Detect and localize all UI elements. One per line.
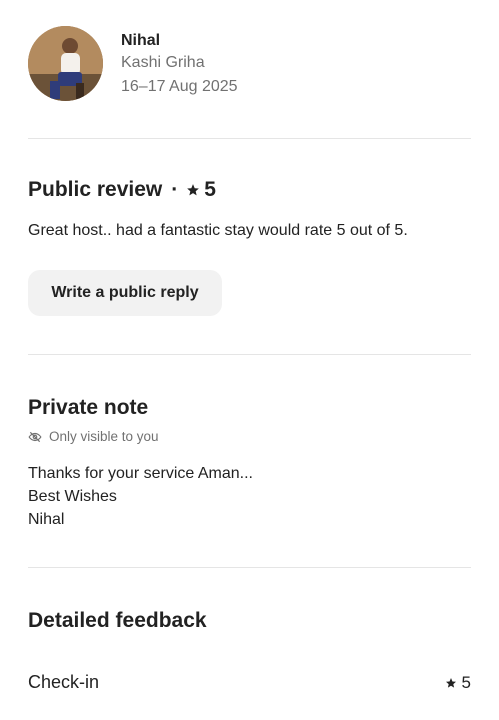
note-line: Nihal	[28, 511, 65, 528]
feedback-row-check-in: Check-in 5	[28, 672, 471, 693]
separator-dot: ·	[171, 178, 179, 201]
visibility-text: Only visible to you	[49, 429, 159, 444]
divider	[28, 354, 471, 355]
guest-info: Nihal Kashi Griha 16–17 Aug 2025	[121, 31, 238, 102]
detailed-feedback-title: Detailed feedback	[28, 609, 207, 632]
divider	[28, 138, 471, 139]
public-review-rating: 5	[204, 178, 216, 201]
guest-header[interactable]: Nihal Kashi Griha 16–17 Aug 2025	[28, 26, 471, 102]
review-detail-page: Nihal Kashi Griha 16–17 Aug 2025 Public …	[0, 0, 499, 720]
guest-property: Kashi Griha	[121, 54, 205, 71]
note-line: Thanks for your service Aman...	[28, 465, 253, 482]
guest-name: Nihal	[121, 32, 161, 49]
feedback-label: Check-in	[28, 672, 100, 692]
divider	[28, 567, 471, 568]
public-review-text: Great host.. had a fantastic stay would …	[28, 222, 408, 239]
write-public-reply-button[interactable]: Write a public reply	[28, 270, 222, 316]
visibility-indicator: Only visible to you	[28, 429, 159, 444]
feedback-rating: 5	[461, 672, 471, 692]
star-icon	[187, 184, 200, 196]
private-note-text: Thanks for your service Aman... Best Wis…	[28, 462, 253, 531]
feedback-score: 5	[445, 673, 471, 693]
public-review-heading: Public review · 5	[28, 178, 216, 202]
guest-avatar[interactable]	[28, 26, 103, 101]
note-line: Best Wishes	[28, 488, 117, 505]
star-icon	[445, 677, 456, 688]
private-note-title: Private note	[28, 396, 149, 419]
eye-off-icon	[28, 431, 42, 442]
stay-dates: 16–17 Aug 2025	[121, 78, 238, 95]
public-review-title: Public review	[28, 178, 163, 201]
